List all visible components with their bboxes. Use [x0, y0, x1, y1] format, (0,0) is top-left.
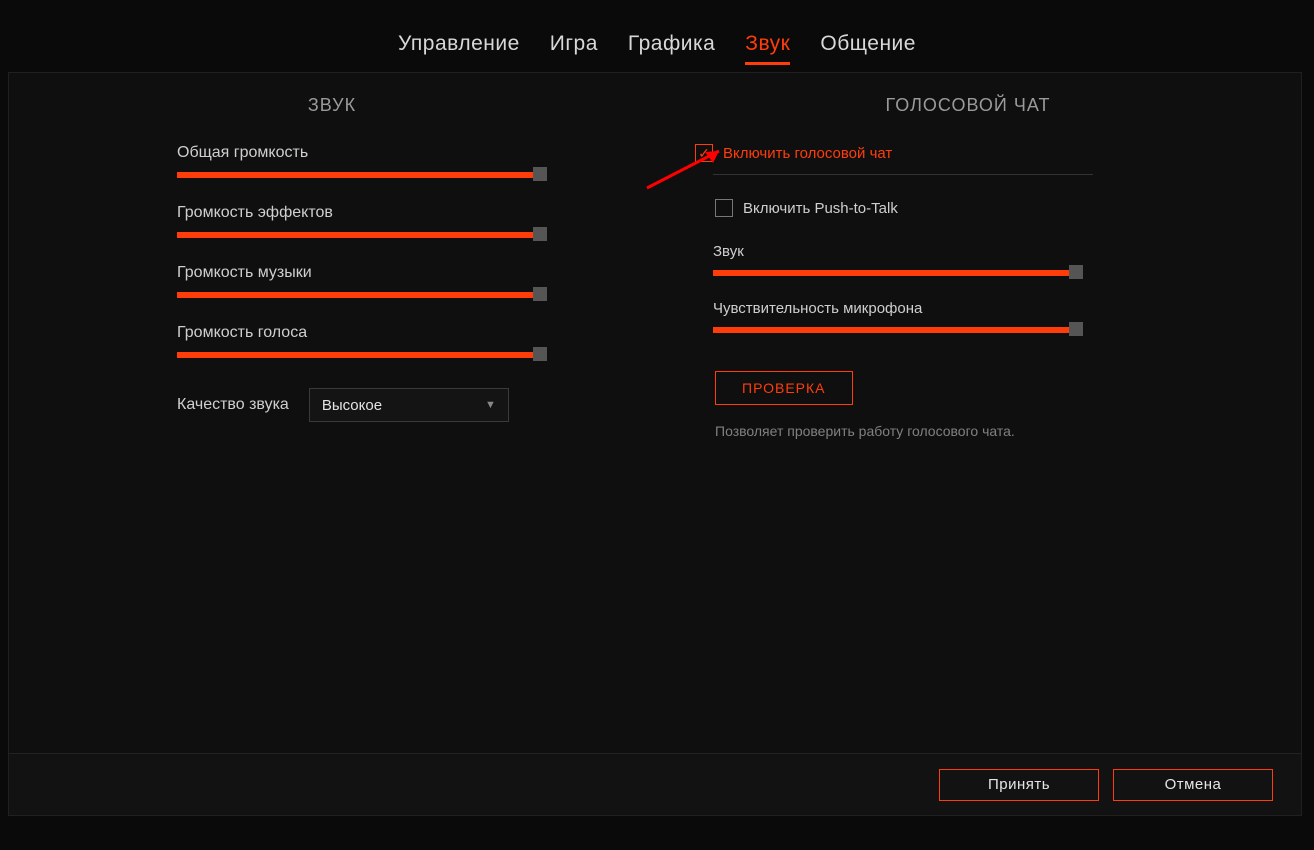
effects-volume-slider[interactable] [177, 232, 547, 238]
slider-thumb[interactable] [533, 287, 547, 301]
push-to-talk-checkbox[interactable] [715, 199, 733, 217]
test-voice-chat-button[interactable]: ПРОВЕРКА [715, 371, 853, 405]
music-volume-slider[interactable] [177, 292, 547, 298]
tab-game[interactable]: Игра [550, 32, 598, 65]
test-hint: Позволяет проверить работу голосового ча… [715, 423, 1221, 439]
slider-thumb[interactable] [1069, 265, 1083, 279]
slider-fill [713, 270, 1076, 276]
slider-fill [177, 172, 540, 178]
checkmark-icon: ✓ [698, 146, 710, 160]
mic-sensitivity-label: Чувствительность микрофона [713, 300, 1221, 317]
sound-quality-dropdown[interactable]: Высокое ▼ [309, 388, 509, 422]
slider-fill [177, 292, 540, 298]
voice-volume-slider[interactable] [177, 352, 547, 358]
accept-button[interactable]: Принять [939, 769, 1099, 801]
sound-column: ЗВУК Общая громкость Громкость эффектов … [9, 95, 655, 439]
sound-title: ЗВУК [57, 95, 607, 116]
settings-panel: ЗВУК Общая громкость Громкость эффектов … [8, 72, 1302, 816]
footer: Принять Отмена [9, 753, 1301, 815]
sound-quality-label: Качество звука [177, 396, 289, 414]
voice-chat-column: ГОЛОСОВОЙ ЧАТ ✓ Включить голосовой чат В… [655, 95, 1301, 439]
slider-fill [177, 232, 540, 238]
settings-tabs: Управление Игра Графика Звук Общение [0, 0, 1314, 79]
sound-quality-value: Высокое [322, 397, 382, 414]
tab-communication[interactable]: Общение [820, 32, 916, 65]
divider [713, 174, 1093, 175]
voice-chat-sound-slider[interactable] [713, 270, 1083, 276]
slider-fill [177, 352, 540, 358]
voice-chat-sound-label: Звук [713, 243, 1221, 260]
push-to-talk-label: Включить Push-tо-Talk [743, 200, 898, 217]
slider-fill [713, 327, 1076, 333]
enable-voice-chat-label: Включить голосовой чат [723, 145, 892, 162]
tab-control[interactable]: Управление [398, 32, 520, 65]
voice-chat-title: ГОЛОСОВОЙ ЧАТ [715, 95, 1221, 116]
slider-thumb[interactable] [533, 347, 547, 361]
music-volume-label: Громкость музыки [177, 264, 607, 282]
slider-thumb[interactable] [533, 227, 547, 241]
effects-volume-label: Громкость эффектов [177, 204, 607, 222]
cancel-button[interactable]: Отмена [1113, 769, 1273, 801]
mic-sensitivity-slider[interactable] [713, 327, 1083, 333]
master-volume-label: Общая громкость [177, 144, 607, 162]
tab-sound[interactable]: Звук [745, 32, 790, 65]
chevron-down-icon: ▼ [485, 399, 496, 411]
voice-volume-label: Громкость голоса [177, 324, 607, 342]
slider-thumb[interactable] [533, 167, 547, 181]
enable-voice-chat-checkbox[interactable]: ✓ [695, 144, 713, 162]
master-volume-slider[interactable] [177, 172, 547, 178]
tab-graphics[interactable]: Графика [628, 32, 715, 65]
slider-thumb[interactable] [1069, 322, 1083, 336]
